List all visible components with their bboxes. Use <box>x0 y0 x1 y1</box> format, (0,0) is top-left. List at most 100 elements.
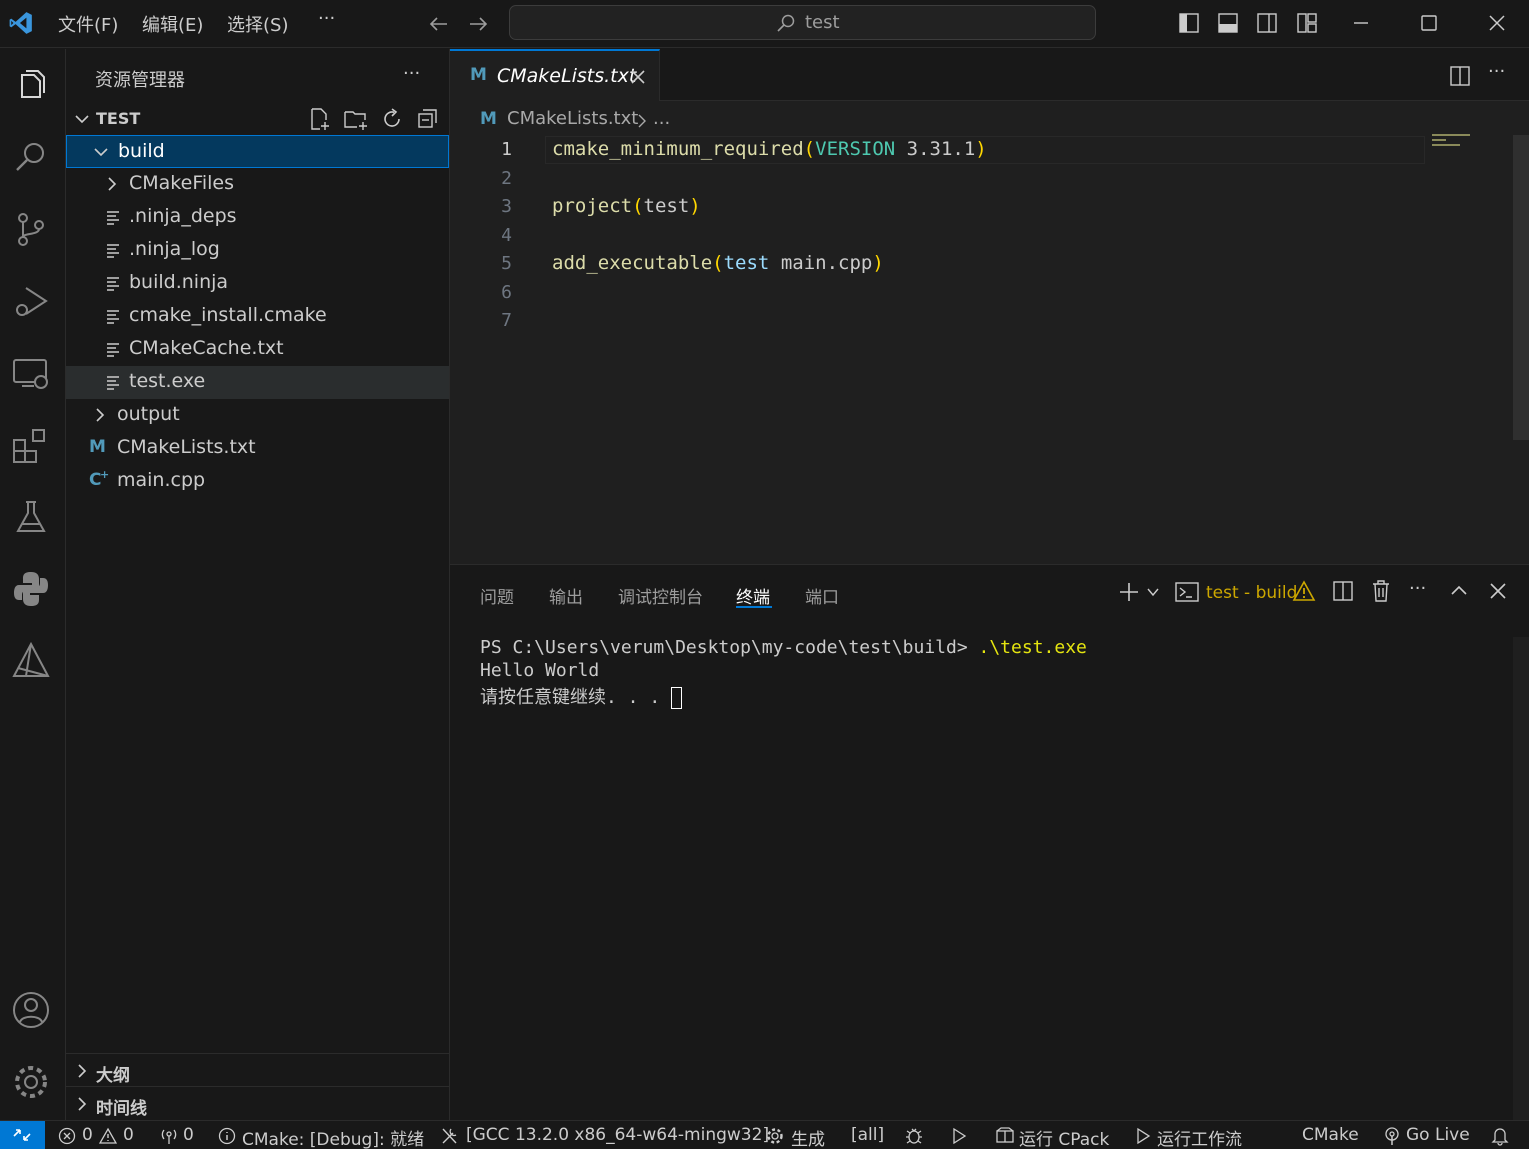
menu-edit[interactable]: 编辑(E) <box>142 11 203 37</box>
tree-file-cmakecache[interactable]: CMakeCache.txt <box>66 333 449 366</box>
run-workflow-button[interactable]: 运行工作流 <box>1157 1125 1242 1149</box>
editor-more-actions[interactable]: ··· <box>1488 61 1505 82</box>
run-debug-icon[interactable] <box>10 280 52 322</box>
maximize-icon[interactable] <box>1418 12 1440 34</box>
timeline-section-header[interactable]: 时间线 <box>66 1086 449 1119</box>
ports-count[interactable]: 0 <box>183 1125 194 1145</box>
new-terminal-plus-icon[interactable] <box>1117 580 1141 604</box>
tree-folder-output[interactable]: output <box>66 399 449 432</box>
minimize-icon[interactable] <box>1350 12 1372 34</box>
debug-bug-icon[interactable] <box>904 1126 924 1146</box>
refresh-icon[interactable] <box>380 107 404 131</box>
notification-bell-icon[interactable] <box>1490 1126 1510 1146</box>
minimap[interactable] <box>1432 134 1472 146</box>
tab-cmakelists[interactable]: M CMakeLists.txt <box>450 49 660 101</box>
file-lines-icon <box>106 341 120 357</box>
menu-file[interactable]: 文件(F) <box>58 11 118 37</box>
tab-terminal[interactable]: 终端 <box>736 583 770 608</box>
explorer-icon[interactable] <box>10 65 52 107</box>
terminal-scrollbar[interactable] <box>1513 637 1529 1121</box>
explorer-root-header[interactable]: TEST <box>66 106 449 132</box>
breadcrumb: M CMakeLists.txt ... <box>450 104 1529 134</box>
customize-layout-icon[interactable] <box>1296 12 1318 34</box>
tree-file-test-exe[interactable]: test.exe <box>66 366 449 399</box>
extensions-icon[interactable] <box>10 424 52 466</box>
menu-selection[interactable]: 选择(S) <box>227 11 288 37</box>
outline-section-header[interactable]: 大纲 <box>66 1053 449 1086</box>
tree-folder-cmakefiles[interactable]: CMakeFiles <box>66 168 449 201</box>
accounts-icon[interactable] <box>10 989 52 1031</box>
breadcrumb-file[interactable]: CMakeLists.txt <box>507 108 638 129</box>
toggle-secondary-sidebar-icon[interactable] <box>1256 12 1278 34</box>
build-target[interactable]: [all] <box>851 1125 884 1145</box>
close-window-icon[interactable] <box>1486 12 1508 34</box>
cmake-kit[interactable]: [GCC 13.2.0 x86_64-w64-mingw32] <box>466 1125 769 1145</box>
cmake-icon[interactable] <box>10 640 52 682</box>
close-tab-icon[interactable] <box>629 68 647 86</box>
code-token-argument: test <box>643 195 690 217</box>
sidebar-more-actions[interactable]: ··· <box>403 63 420 84</box>
code-token-argument: main.cpp <box>769 252 873 274</box>
tree-file-main-cpp[interactable]: C + main.cpp <box>66 465 449 498</box>
tree-item-label: .ninja_deps <box>129 205 237 227</box>
file-lines-icon <box>106 308 120 324</box>
trash-icon[interactable] <box>1370 579 1392 603</box>
toggle-panel-icon[interactable] <box>1217 12 1239 34</box>
testing-flask-icon[interactable] <box>10 496 52 538</box>
code-editor[interactable]: M CMakeLists.txt ... 1 2 3 4 5 6 7 cmake… <box>450 101 1529 564</box>
line-number: 6 <box>501 282 512 303</box>
manage-gear-icon[interactable] <box>10 1061 52 1103</box>
run-cpack-button[interactable]: 运行 CPack <box>1019 1125 1109 1149</box>
collapse-all-icon[interactable] <box>416 107 440 131</box>
panel-more-actions[interactable]: ··· <box>1409 578 1426 599</box>
warning-count[interactable]: 0 <box>123 1125 134 1145</box>
build-button[interactable]: 生成 <box>791 1125 825 1149</box>
tab-debug-console[interactable]: 调试控制台 <box>618 583 703 608</box>
terminal-icon <box>1175 580 1199 604</box>
remote-explorer-icon[interactable] <box>10 352 52 394</box>
split-terminal-icon[interactable] <box>1332 580 1354 602</box>
remote-indicator[interactable] <box>0 1121 45 1149</box>
search-icon[interactable] <box>10 136 52 178</box>
source-control-icon[interactable] <box>10 208 52 250</box>
tree-file-cmakelists[interactable]: M CMakeLists.txt <box>66 432 449 465</box>
go-live-button[interactable]: Go Live <box>1406 1125 1470 1145</box>
file-lines-icon <box>106 242 120 258</box>
python-icon[interactable] <box>10 568 52 610</box>
tree-file-ninja-deps[interactable]: .ninja_deps <box>66 201 449 234</box>
file-lines-icon <box>106 275 120 291</box>
tree-file-ninja-log[interactable]: .ninja_log <box>66 234 449 267</box>
run-play-icon[interactable] <box>950 1127 968 1145</box>
tab-problems[interactable]: 问题 <box>480 583 514 608</box>
new-file-icon[interactable] <box>308 107 332 131</box>
menu-more[interactable]: ··· <box>318 8 335 29</box>
tree-folder-build[interactable]: build <box>66 135 449 168</box>
code-token-function: cmake_minimum_required <box>552 138 804 160</box>
cmake-file-icon: M <box>480 109 497 129</box>
chevron-down-icon[interactable] <box>1146 585 1160 599</box>
back-arrow-icon[interactable] <box>428 13 450 35</box>
cmake-status-item[interactable]: CMake <box>1302 1125 1359 1145</box>
tab-label: CMakeLists.txt <box>497 65 637 87</box>
forward-arrow-icon[interactable] <box>467 13 489 35</box>
error-count[interactable]: 0 <box>82 1125 93 1145</box>
tab-output[interactable]: 输出 <box>549 583 583 608</box>
bottom-panel: 问题 输出 调试控制台 终端 端口 test - build ··· PS C:… <box>450 564 1529 1121</box>
explorer-root-label: TEST <box>96 109 141 128</box>
command-center-search[interactable]: test <box>509 5 1096 40</box>
terminal-name[interactable]: test - build <box>1206 583 1297 603</box>
split-editor-icon[interactable] <box>1449 65 1471 87</box>
toggle-primary-sidebar-icon[interactable] <box>1178 12 1200 34</box>
close-panel-icon[interactable] <box>1488 581 1508 601</box>
cmake-status[interactable]: CMake: [Debug]: 就绪 <box>242 1125 424 1149</box>
maximize-panel-chevron-up-icon[interactable] <box>1449 581 1469 601</box>
editor-scrollbar[interactable] <box>1513 135 1529 440</box>
code-token-function: project <box>552 195 633 217</box>
breadcrumb-more[interactable]: ... <box>653 108 670 129</box>
activity-bar <box>0 49 66 1120</box>
active-tab-indicator <box>736 606 772 608</box>
tree-file-build-ninja[interactable]: build.ninja <box>66 267 449 300</box>
new-folder-icon[interactable] <box>343 107 369 131</box>
tree-file-cmake-install[interactable]: cmake_install.cmake <box>66 300 449 333</box>
tab-ports[interactable]: 端口 <box>805 583 839 608</box>
